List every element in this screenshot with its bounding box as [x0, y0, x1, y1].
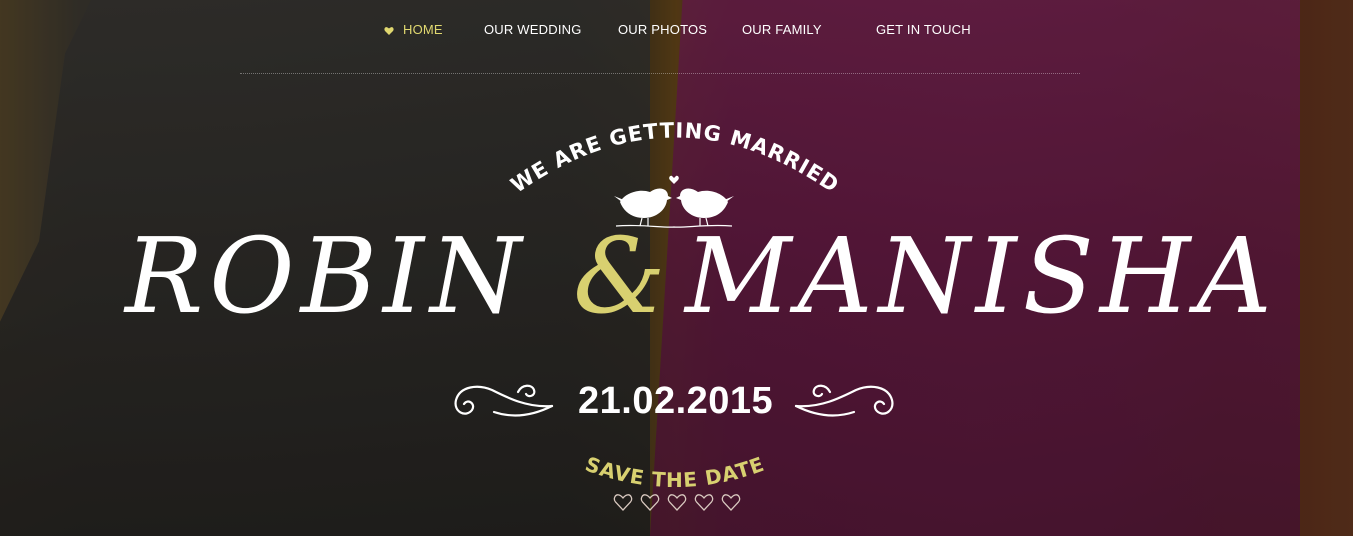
heart-outline-icon [667, 494, 687, 511]
nav-our-family[interactable]: OUR FAMILY [742, 22, 822, 37]
nav-our-wedding[interactable]: OUR WEDDING [484, 22, 582, 37]
main-nav: HOME OUR WEDDING OUR PHOTOS OUR FAMILY G… [0, 22, 1353, 42]
nav-divider [240, 73, 1080, 74]
hero-section: HOME OUR WEDDING OUR PHOTOS OUR FAMILY G… [0, 0, 1353, 536]
nav-our-photos[interactable]: OUR PHOTOS [618, 22, 707, 37]
flourish-icon-right [794, 384, 894, 417]
heart-outline-icon [694, 494, 714, 511]
nav-get-in-touch[interactable]: GET IN TOUCH [876, 22, 971, 37]
ampersand: & [573, 215, 666, 337]
hearts-row-icon [613, 494, 741, 511]
heart-outline-icon [640, 494, 660, 511]
nav-home[interactable]: HOME [403, 22, 443, 37]
svg-text:SAVE THE DATE: SAVE THE DATE [582, 452, 767, 492]
heart-outline-icon [721, 494, 741, 511]
groom-name: ROBIN [125, 215, 528, 337]
flourish-icon-left [454, 384, 554, 417]
bride-name: MANISHA [685, 215, 1278, 337]
couple-names: ROBIN & MANISHA [0, 215, 1353, 355]
heart-outline-icon [613, 494, 633, 511]
heart-icon [384, 27, 394, 35]
save-the-date-text: SAVE THE DATE [582, 452, 766, 492]
save-the-date-arc: SAVE THE DATE [582, 452, 767, 492]
wedding-date: 21.02.2015 [578, 380, 774, 422]
